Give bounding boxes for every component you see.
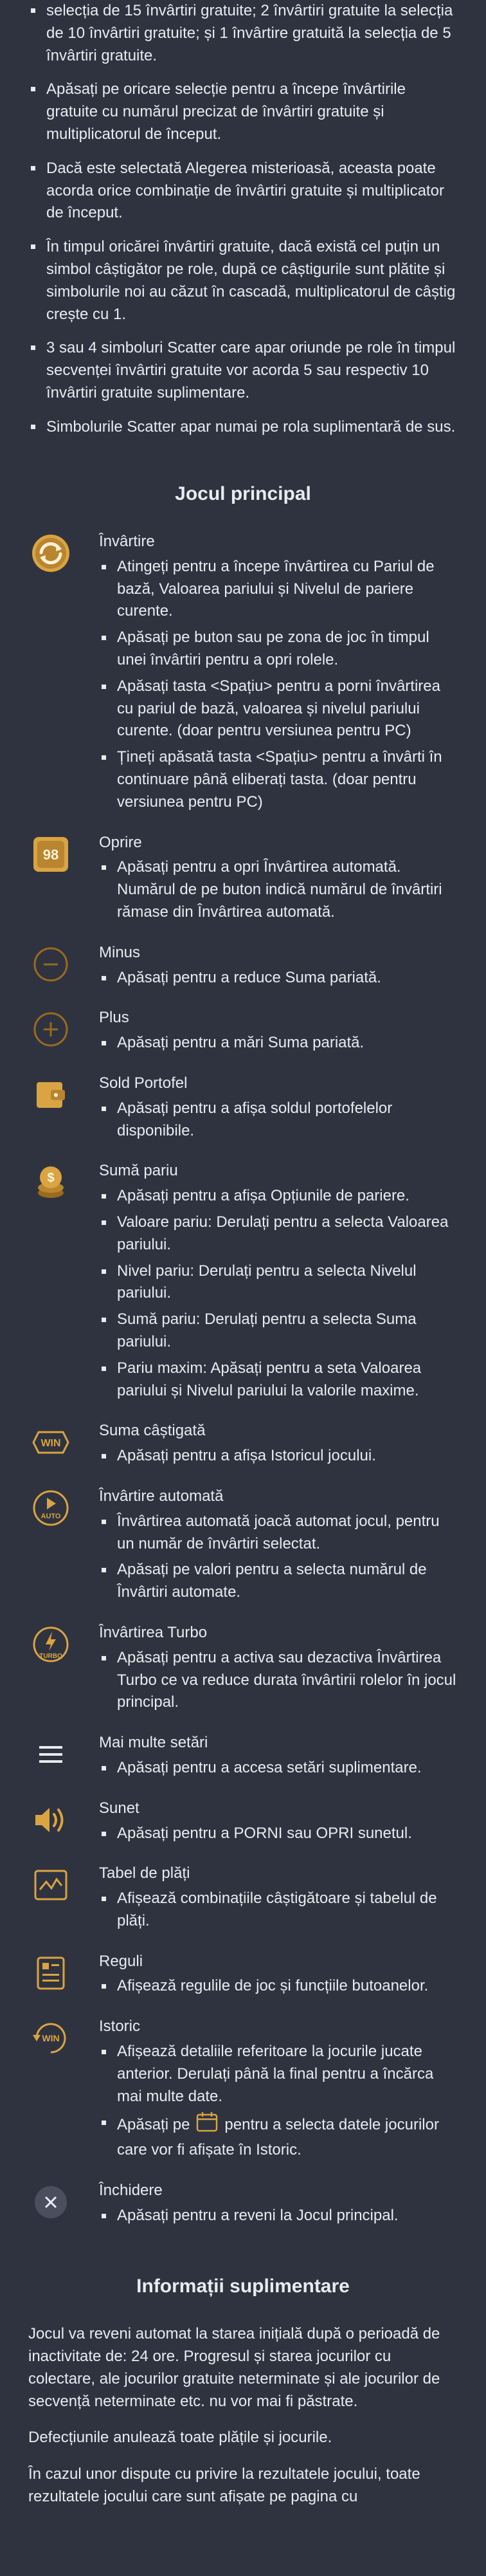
item-bullet: Apăsați pentru a activa sau dezactiva În… (99, 1647, 458, 1714)
stop-icon: 98 (28, 832, 73, 877)
item-bullet: Apăsați pe buton sau pe zona de joc în t… (99, 627, 458, 672)
item-bullet: Apăsați pentru a afișa Opțiunile de pari… (99, 1185, 458, 1208)
intro-bullet: Simbolurile Scatter apar numai pe rola s… (28, 416, 458, 439)
item-title: Învârtire automată (99, 1487, 224, 1505)
item-close: Închidere Apăsați pentru a reveni la Joc… (28, 2180, 458, 2231)
item-title: Învârtirea Turbo (99, 1623, 208, 1641)
item-paytable: Tabel de plăți Afișează combinațiile câș… (28, 1863, 458, 1936)
additional-info-title: Informații suplimentare (136, 2275, 350, 2297)
coins-icon: $ (28, 1160, 73, 1205)
item-title: Minus (99, 943, 141, 961)
item-stop: 98 Oprire Apăsați pentru a opri Învârtir… (28, 832, 458, 928)
item-bullet: Valoare pariu: Derulați pentru a selecta… (99, 1211, 458, 1256)
svg-text:$: $ (47, 1171, 54, 1185)
sound-icon (28, 1798, 73, 1843)
item-bullet: Apăsați pentru a accesa setări supliment… (99, 1757, 458, 1780)
item-wallet: Sold Portofel Apăsați pentru a afișa sol… (28, 1072, 458, 1146)
item-title: Tabel de plăți (99, 1864, 190, 1882)
item-history: WIN Istoric Afișează detaliile referitoa… (28, 2016, 458, 2166)
item-bullet: Afișează combinațiile câștigătoare și ta… (99, 1888, 458, 1933)
svg-text:98: 98 (43, 847, 59, 863)
item-title: Plus (99, 1009, 129, 1027)
item-bullet: Țineți apăsată tasta <Spațiu> pentru a î… (99, 746, 458, 813)
history-icon: WIN (28, 2016, 73, 2061)
item-bullet: Apăsați pe valori pentru a selecta număr… (99, 1559, 458, 1604)
additional-paragraph: Jocul va reveni automat la starea iniția… (28, 2325, 440, 2410)
additional-paragraph: Defecțiunile anulează toate plățile și j… (28, 2429, 332, 2447)
item-bullet: Sumă pariu: Derulați pentru a selecta Su… (99, 1309, 458, 1354)
turbo-icon-label: TURBO (39, 1653, 62, 1660)
item-bullet: Afișează regulile de joc și funcțiile bu… (99, 1975, 458, 1998)
item-bet-amount: $ Sumă pariu Apăsați pentru a afișa Opți… (28, 1160, 458, 1406)
item-bullet: Apăsați pentru a reduce Suma pariată. (99, 967, 458, 989)
item-bullet: Nivel pariu: Derulați pentru a selecta N… (99, 1260, 458, 1305)
item-title: Mai multe setări (99, 1734, 208, 1752)
item-title: Sold Portofel (99, 1074, 188, 1092)
item-bullet: Învârtirea automată joacă automat jocul,… (99, 1511, 458, 1556)
auto-icon-label: AUTO (41, 1513, 61, 1520)
intro-list: selecția de 15 învârtiri gratuite; 2 înv… (28, 0, 458, 439)
rules-icon (28, 1951, 73, 1996)
item-bullet: Apăsați pentru a afișa soldul portofelel… (99, 1098, 458, 1143)
item-title: Învârtire (99, 533, 155, 551)
win-icon-label: WIN (40, 1438, 60, 1449)
item-bullet: Apăsați tasta <Spațiu> pentru a porni în… (99, 676, 458, 742)
calendar-icon (196, 2111, 218, 2139)
date-bullet-before: Apăsați pe (117, 2116, 190, 2134)
minus-icon (28, 942, 73, 987)
close-icon (28, 2180, 73, 2225)
item-title: Oprire (99, 833, 142, 851)
turbo-icon: TURBO (28, 1622, 73, 1667)
main-game-title: Jocul principal (175, 483, 311, 504)
item-title: Suma câștigată (99, 1422, 206, 1440)
item-title: Reguli (99, 1952, 143, 1970)
item-plus: Plus Apăsați pentru a mări Suma pariată. (28, 1007, 458, 1058)
intro-bullet: Dacă este selectată Alegerea misterioasă… (28, 158, 458, 225)
item-sound: Sunet Apăsați pentru a PORNI sau OPRI su… (28, 1798, 458, 1849)
plus-icon (28, 1007, 73, 1052)
intro-bullet: Apăsați pe oricare selecție pentru a înc… (28, 78, 458, 145)
item-bullet: Apăsați pentru a afișa Istoricul jocului… (99, 1445, 458, 1467)
win-icon: WIN (28, 1420, 73, 1465)
item-title: Istoric (99, 2018, 141, 2036)
item-spin: Învârtire Atingeți pentru a începe învâr… (28, 531, 458, 818)
item-title: Sunet (99, 1799, 140, 1817)
wallet-icon (28, 1072, 73, 1118)
item-bullet: Pariu maxim: Apăsați pentru a seta Valoa… (99, 1357, 458, 1403)
intro-bullet: selecția de 15 învârtiri gratuite; 2 înv… (28, 0, 458, 67)
item-more-settings: Mai multe setări Apăsați pentru a accesa… (28, 1732, 458, 1783)
spin-icon (28, 531, 73, 576)
item-bullet: Apăsați pentru a reveni la Jocul princip… (99, 2205, 458, 2227)
auto-icon: AUTO (28, 1486, 73, 1531)
item-minus: Minus Apăsați pentru a reduce Suma paria… (28, 942, 458, 993)
paytable-icon (28, 1863, 73, 1908)
item-bullet: Apăsați pentru a mări Suma pariată. (99, 1032, 458, 1054)
item-title: Sumă pariu (99, 1162, 178, 1180)
item-bullet: Afișează detaliile referitoare la jocuri… (99, 2041, 458, 2108)
additional-paragraph: În cazul unor dispute cu privire la rezu… (28, 2465, 420, 2505)
item-bullet: Atingeți pentru a începe învârtirea cu P… (99, 556, 458, 623)
intro-bullet: În timpul oricărei învârtiri gratuite, d… (28, 236, 458, 326)
item-title: Închidere (99, 2182, 163, 2200)
item-bullet: Apăsați pentru a PORNI sau OPRI sunetul. (99, 1823, 458, 1845)
item-autospin: AUTO Învârtire automată Învârtirea autom… (28, 1486, 458, 1608)
menu-icon (28, 1732, 73, 1777)
item-bullet-date: Apăsați pe pentru a selecta datele jocuri… (99, 2111, 458, 2162)
item-bullet: Apăsați pentru a opri Învârtirea automat… (99, 856, 458, 923)
item-rules: Reguli Afișează regulile de joc și funcț… (28, 1951, 458, 2002)
item-turbo: TURBO Învârtirea Turbo Apăsați pentru a … (28, 1622, 458, 1718)
svg-text:WIN: WIN (42, 2033, 59, 2043)
intro-bullet: 3 sau 4 simboluri Scatter care apar oriu… (28, 337, 458, 404)
item-win: WIN Suma câștigată Apăsați pentru a afiș… (28, 1420, 458, 1471)
